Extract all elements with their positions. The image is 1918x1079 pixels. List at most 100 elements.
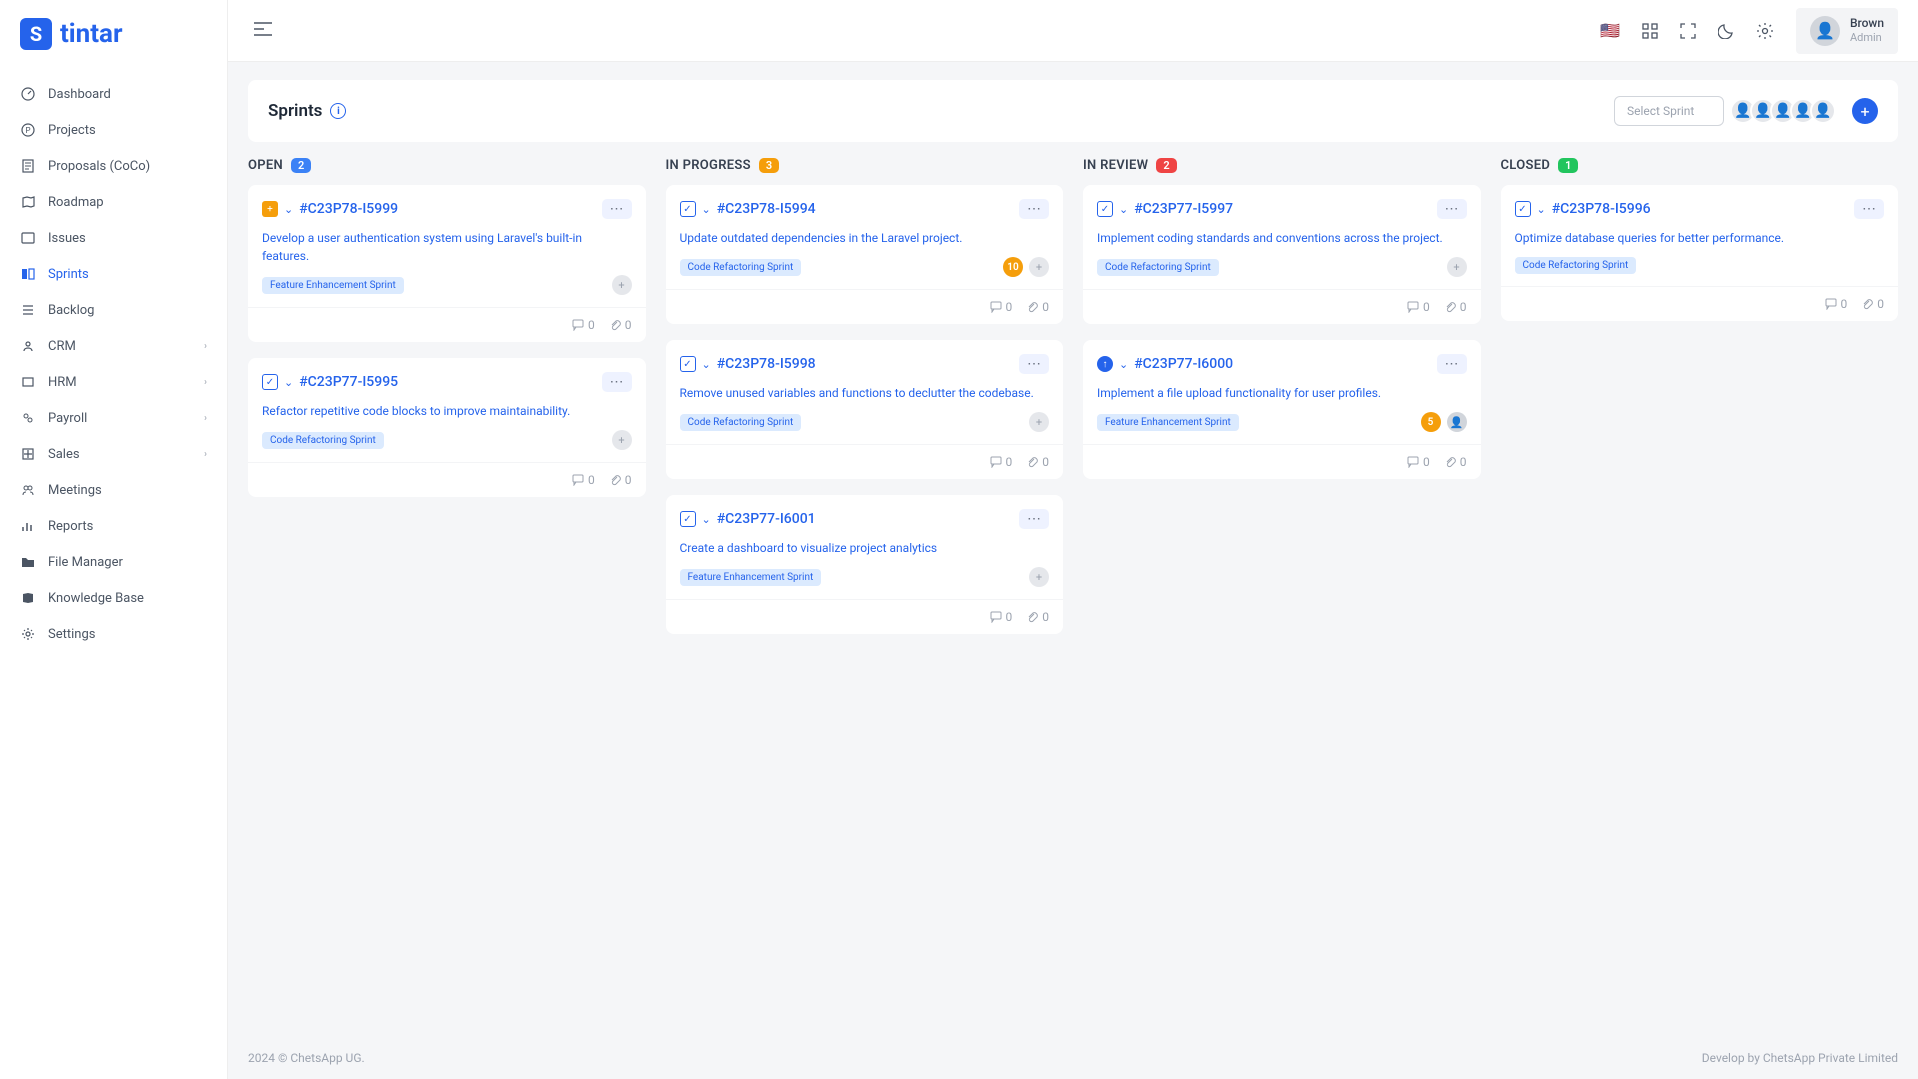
sidebar-item-label: Sprints xyxy=(48,267,89,282)
sidebar-item-label: Reports xyxy=(48,519,93,534)
sidebar-item-label: Issues xyxy=(48,231,86,246)
column-count-badge: 2 xyxy=(1156,158,1176,173)
sidebar-item-backlog[interactable]: Backlog xyxy=(0,292,227,328)
sidebar-item-issues[interactable]: Issues xyxy=(0,220,227,256)
language-flag[interactable]: 🇺🇸 xyxy=(1600,21,1620,40)
menu-toggle[interactable] xyxy=(248,16,278,46)
info-icon[interactable]: i xyxy=(330,103,346,119)
sidebar-item-dashboard[interactable]: Dashboard xyxy=(0,76,227,112)
theme-toggle-icon[interactable] xyxy=(1718,23,1734,39)
card-id: #C23P78-I5998 xyxy=(717,356,816,372)
sidebar-item-knowledge-base[interactable]: Knowledge Base xyxy=(0,580,227,616)
logo-icon: S xyxy=(20,18,52,50)
sidebar-item-roadmap[interactable]: Roadmap xyxy=(0,184,227,220)
card-menu-button[interactable]: ⋯ xyxy=(602,372,632,392)
sidebar-item-label: File Manager xyxy=(48,555,123,570)
sprint-card[interactable]: ✓⌄#C23P78-I5996⋯Optimize database querie… xyxy=(1501,185,1899,321)
logo[interactable]: S tintar xyxy=(0,0,227,68)
comments-count: 0 xyxy=(990,300,1013,314)
card-tag: Code Refactoring Sprint xyxy=(1515,257,1637,274)
card-id: #C23P77-I5997 xyxy=(1134,201,1233,217)
sidebar-item-payroll[interactable]: Payroll› xyxy=(0,400,227,436)
card-menu-button[interactable]: ⋯ xyxy=(1437,354,1467,374)
sidebar-item-label: Knowledge Base xyxy=(48,591,144,606)
assignee-placeholder[interactable]: + xyxy=(1029,567,1049,587)
comments-count: 0 xyxy=(572,473,595,487)
card-menu-button[interactable]: ⋯ xyxy=(1019,509,1049,529)
card-description: Update outdated dependencies in the Lara… xyxy=(680,229,1050,247)
sidebar-item-sales[interactable]: Sales› xyxy=(0,436,227,472)
assignee-placeholder[interactable]: + xyxy=(1447,257,1467,277)
sidebar-item-label: Roadmap xyxy=(48,195,104,210)
settings-icon xyxy=(20,626,36,642)
attachments-count: 0 xyxy=(1026,455,1049,469)
sidebar-item-label: Proposals (CoCo) xyxy=(48,159,150,174)
sprint-card[interactable]: +⌄#C23P78-I5999⋯Develop a user authentic… xyxy=(248,185,646,342)
sprint-card[interactable]: ✓⌄#C23P78-I5994⋯Update outdated dependen… xyxy=(666,185,1064,324)
chevron-right-icon: › xyxy=(204,341,207,352)
apps-icon[interactable] xyxy=(1642,23,1658,39)
sidebar-item-label: Dashboard xyxy=(48,87,111,102)
issue-icon xyxy=(20,230,36,246)
chevron-down-icon: ⌄ xyxy=(1119,358,1128,371)
footer: 2024 © ChetsApp UG. Develop by ChetsApp … xyxy=(228,1037,1918,1079)
sprint-card[interactable]: ✓⌄#C23P77-I5997⋯Implement coding standar… xyxy=(1083,185,1481,324)
add-member-button[interactable]: + xyxy=(1852,98,1878,124)
card-tag: Feature Enhancement Sprint xyxy=(1097,414,1239,431)
sprint-select[interactable]: Select Sprint xyxy=(1614,96,1724,126)
assignee-placeholder[interactable]: + xyxy=(1029,412,1049,432)
card-menu-button[interactable]: ⋯ xyxy=(1019,354,1049,374)
user-menu[interactable]: 👤 Brown Admin xyxy=(1796,8,1898,54)
card-description: Implement coding standards and conventio… xyxy=(1097,229,1467,247)
card-menu-button[interactable]: ⋯ xyxy=(1437,199,1467,219)
comments-count: 0 xyxy=(990,455,1013,469)
logo-text: tintar xyxy=(60,19,123,49)
sprint-card[interactable]: ✓⌄#C23P77-I6001⋯Create a dashboard to vi… xyxy=(666,495,1064,634)
nav: Dashboard PProjects Proposals (CoCo) Roadma… xyxy=(0,68,227,1079)
sidebar-item-label: HRM xyxy=(48,375,77,390)
sidebar-item-label: Settings xyxy=(48,627,95,642)
sprint-icon xyxy=(20,266,36,282)
sprint-card[interactable]: ↑⌄#C23P77-I6000⋯Implement a file upload … xyxy=(1083,340,1481,479)
attachments-count: 0 xyxy=(609,318,632,332)
kanban-board: OPEN2+⌄#C23P78-I5999⋯Develop a user auth… xyxy=(248,158,1898,650)
avatar-group: 👤 👤 👤 👤 👤 xyxy=(1736,98,1836,124)
sprint-card[interactable]: ✓⌄#C23P78-I5998⋯Remove unused variables … xyxy=(666,340,1064,479)
sidebar-item-hrm[interactable]: HRM› xyxy=(0,364,227,400)
sidebar-item-proposals-coco-[interactable]: Proposals (CoCo) xyxy=(0,148,227,184)
p-icon: P xyxy=(20,122,36,138)
sidebar-item-projects[interactable]: PProjects xyxy=(0,112,227,148)
card-tag: Code Refactoring Sprint xyxy=(262,432,384,449)
footer-right: Develop by ChetsApp Private Limited xyxy=(1702,1051,1898,1065)
task-type-icon: ✓ xyxy=(680,201,696,217)
sidebar-item-file-manager[interactable]: File Manager xyxy=(0,544,227,580)
topbar: 🇺🇸 👤 Brown Admin xyxy=(228,0,1918,62)
sidebar-item-settings[interactable]: Settings xyxy=(0,616,227,652)
task-type-icon: ✓ xyxy=(1097,201,1113,217)
task-type-icon: ✓ xyxy=(680,356,696,372)
assignee-placeholder[interactable]: + xyxy=(1029,257,1049,277)
fullscreen-icon[interactable] xyxy=(1680,23,1696,39)
task-type-icon: ✓ xyxy=(680,511,696,527)
sprint-card[interactable]: ✓⌄#C23P77-I5995⋯Refactor repetitive code… xyxy=(248,358,646,497)
sidebar-item-crm[interactable]: CRM › xyxy=(0,328,227,364)
card-menu-button[interactable]: ⋯ xyxy=(1019,199,1049,219)
column-count-badge: 3 xyxy=(759,158,779,173)
assignee-placeholder[interactable]: + xyxy=(612,275,632,295)
sidebar-item-meetings[interactable]: Meetings xyxy=(0,472,227,508)
assignee-avatar[interactable]: 👤 xyxy=(1447,412,1467,432)
card-description: Create a dashboard to visualize project … xyxy=(680,539,1050,557)
card-id: #C23P77-I5995 xyxy=(299,374,398,390)
payroll-icon xyxy=(20,410,36,426)
column-title: IN REVIEW xyxy=(1083,158,1148,173)
card-menu-button[interactable]: ⋯ xyxy=(1854,199,1884,219)
sidebar-item-label: CRM xyxy=(48,339,76,354)
sidebar-item-sprints[interactable]: Sprints xyxy=(0,256,227,292)
settings-icon[interactable] xyxy=(1756,22,1774,40)
card-menu-button[interactable]: ⋯ xyxy=(602,199,632,219)
card-tag: Code Refactoring Sprint xyxy=(680,259,802,276)
assignee-placeholder[interactable]: + xyxy=(612,430,632,450)
member-avatar[interactable]: 👤 xyxy=(1810,98,1836,124)
attachments-count: 0 xyxy=(1026,610,1049,624)
sidebar-item-reports[interactable]: Reports xyxy=(0,508,227,544)
